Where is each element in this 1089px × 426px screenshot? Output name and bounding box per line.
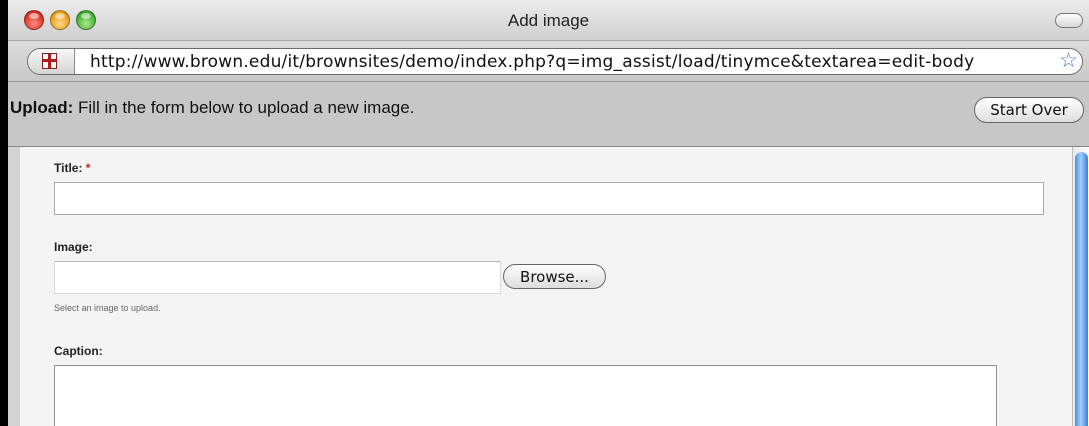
title-bar: Add image <box>8 0 1089 41</box>
site-identity-button[interactable] <box>28 49 75 74</box>
image-file-field[interactable] <box>54 261 501 294</box>
start-over-button[interactable]: Start Over <box>974 97 1084 123</box>
browse-button[interactable]: Browse... <box>503 264 606 289</box>
scrollbar-thumb[interactable] <box>1075 152 1088 426</box>
browser-window: Add image http://www.brown.edu/it/browns… <box>8 0 1089 426</box>
upload-message: Upload: Fill in the form below to upload… <box>10 98 414 118</box>
caption-textarea[interactable] <box>54 365 997 426</box>
title-input[interactable] <box>54 182 1044 215</box>
address-bar-area: http://www.brown.edu/it/brownsites/demo/… <box>8 41 1089 82</box>
url-text[interactable]: http://www.brown.edu/it/brownsites/demo/… <box>90 52 1045 72</box>
image-label: Image: <box>54 240 93 254</box>
title-label-text: Title: <box>54 161 83 175</box>
star-icon[interactable]: ☆ <box>1059 50 1078 72</box>
brown-shield-icon <box>42 53 57 69</box>
vertical-scrollbar[interactable] <box>1072 147 1089 426</box>
caption-label: Caption: <box>54 344 103 358</box>
upload-prefix: Upload: <box>10 98 74 117</box>
window-title: Add image <box>507 11 590 30</box>
required-marker: * <box>85 161 91 175</box>
image-description: Select an image to upload. <box>54 303 161 313</box>
upload-form: Title: * Image: Browse... Select an imag… <box>20 147 1072 426</box>
title-label: Title: * <box>54 161 90 175</box>
address-bar[interactable]: http://www.brown.edu/it/brownsites/demo/… <box>27 48 1083 75</box>
upload-instructions: Fill in the form below to upload a new i… <box>78 98 415 117</box>
toolbar-toggle-button[interactable] <box>1055 13 1083 28</box>
upload-header: Upload: Fill in the form below to upload… <box>8 82 1089 147</box>
